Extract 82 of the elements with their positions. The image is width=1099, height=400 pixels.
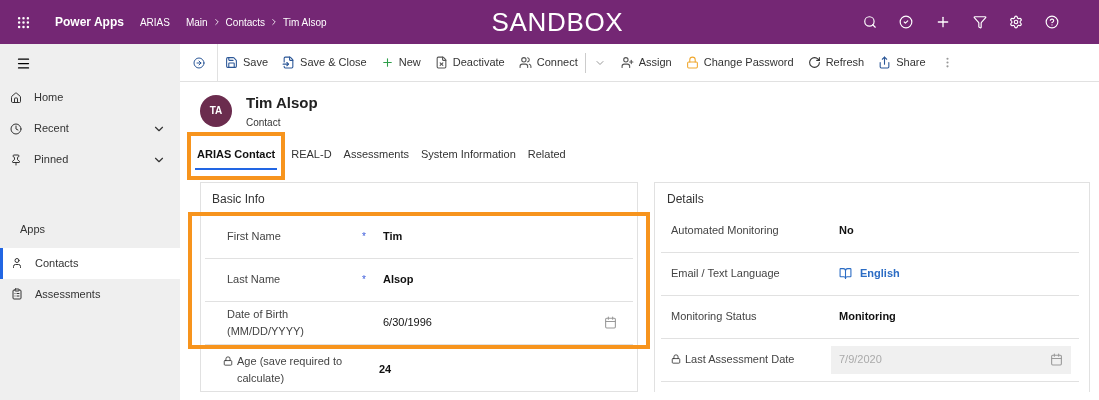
field-input[interactable]: Tim [375, 222, 625, 251]
field-input[interactable]: Monitoring [831, 302, 1071, 331]
save-close-icon [282, 56, 296, 69]
person-icon [11, 257, 23, 269]
section-title: Basic Info [211, 190, 266, 208]
field-input[interactable]: English [831, 259, 1071, 288]
person-icon [620, 56, 634, 69]
toolbar-button[interactable]: Change Password [678, 44, 801, 81]
toolbar-button[interactable]: Connect [511, 44, 585, 81]
field-value: 24 [379, 362, 392, 378]
nav-item[interactable]: Pinned [0, 144, 180, 175]
document-icon [434, 56, 448, 69]
nav-item[interactable]: Recent [0, 113, 180, 144]
tab[interactable]: System Information [419, 141, 518, 170]
save-icon [225, 56, 238, 69]
field-value: Alsop [383, 272, 414, 288]
app-item[interactable]: Contacts [0, 247, 180, 279]
toolbar-button[interactable]: Deactivate [427, 44, 512, 81]
tab[interactable]: Assessments [341, 141, 411, 170]
avatar: TA [200, 94, 232, 127]
toolbar-button[interactable]: New [373, 44, 428, 81]
pin-icon [10, 153, 22, 166]
help-icon[interactable] [1045, 15, 1059, 29]
field-value: English [860, 266, 900, 282]
banner-title: SANDBOX [491, 5, 624, 39]
toolbar-button[interactable]: Refresh [800, 44, 872, 81]
settings-icon[interactable] [1009, 15, 1023, 29]
clipboard-icon [11, 288, 23, 300]
calendar-icon[interactable] [604, 316, 617, 329]
app-name[interactable]: Power Apps [55, 13, 124, 31]
toolbar-button[interactable]: Save [218, 44, 276, 81]
field-label: Monitoring Status [671, 309, 757, 324]
people-icon [518, 56, 532, 69]
search-icon[interactable] [863, 15, 877, 29]
filter-icon[interactable] [973, 15, 987, 29]
lock-icon [685, 56, 699, 69]
field-value: No [839, 223, 854, 239]
field-value: 7/9/2020 [839, 352, 882, 368]
field-value: 6/30/1996 [383, 315, 432, 331]
nav-item[interactable]: Home [0, 82, 180, 113]
lock-icon [223, 355, 233, 366]
toolbar-button[interactable]: Save & Close [275, 44, 374, 81]
toolbar-button[interactable]: Share [871, 44, 933, 81]
arrow-circle-icon[interactable] [192, 56, 205, 69]
breadcrumb-link[interactable]: Tim Alsop [283, 14, 327, 30]
field-label: First Name [227, 229, 281, 244]
field-label: Last Assessment Date [685, 352, 795, 367]
check-circle-icon[interactable] [899, 15, 913, 29]
toolbar-button[interactable]: Assign [613, 44, 679, 81]
refresh-icon [807, 56, 821, 69]
app-item[interactable]: Assessments [0, 278, 180, 310]
field-input[interactable]: 24 [371, 355, 629, 384]
field-label: Age (save required to calculate) [237, 353, 344, 386]
plus-icon [380, 56, 394, 69]
field-input[interactable]: Alsop [375, 265, 625, 294]
field-value: Monitoring [839, 309, 896, 325]
app-launcher-icon[interactable] [16, 14, 31, 30]
field-value: Tim [383, 229, 403, 245]
required-mark: * [362, 230, 366, 244]
share-icon [878, 56, 892, 69]
field-label: Email / Text Language [671, 266, 780, 281]
section-title: Details [666, 190, 705, 208]
record-name: Tim Alsop [246, 93, 318, 113]
breadcrumb-link[interactable]: Contacts [225, 14, 266, 30]
section-title: Apps [19, 222, 47, 237]
plus-icon[interactable] [935, 14, 951, 30]
field-input[interactable]: No [831, 216, 1071, 245]
breadcrumb-link[interactable]: Main [185, 14, 208, 30]
menu-icon[interactable] [16, 55, 31, 71]
field-label: Automated Monitoring [671, 223, 779, 238]
home-icon [10, 91, 22, 104]
tab[interactable]: REAL-D [289, 141, 334, 170]
field-label: Last Name [227, 272, 281, 287]
clock-icon [10, 122, 22, 135]
required-mark: * [362, 273, 366, 287]
tab[interactable]: ARIAS Contact [195, 141, 278, 170]
record-type: Contact [246, 115, 282, 130]
field-input[interactable]: 6/30/1996 [375, 308, 625, 337]
tab[interactable]: Related [525, 141, 568, 170]
environment-name: ARIAS [139, 15, 170, 30]
lock-icon [671, 354, 681, 364]
field-label: Date of Birth (MM/DD/YYYY) [227, 306, 305, 339]
